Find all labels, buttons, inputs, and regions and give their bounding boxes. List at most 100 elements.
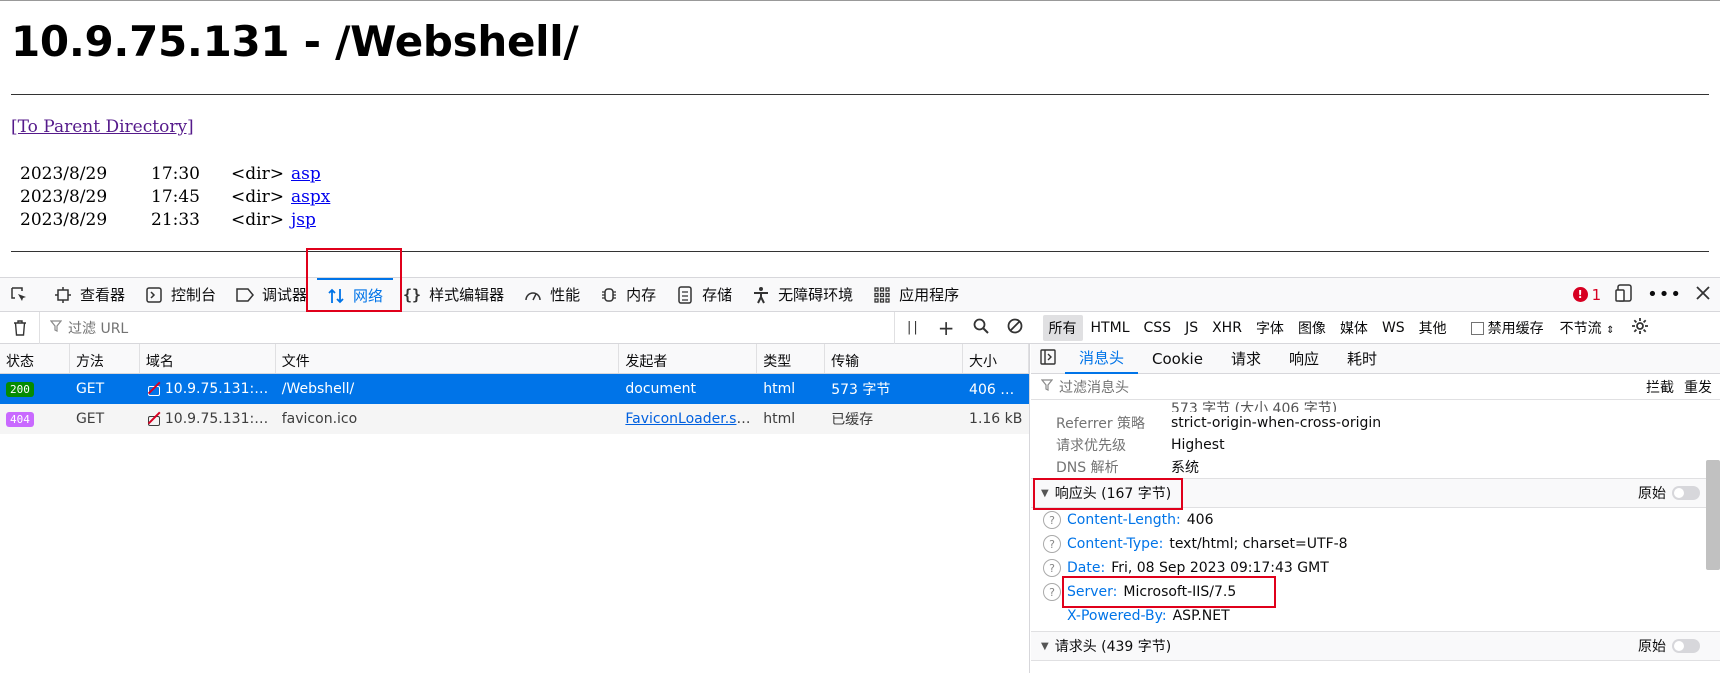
debugger-icon	[236, 286, 255, 304]
error-count: 1	[1591, 285, 1602, 304]
clear-requests-icon[interactable]	[0, 311, 40, 344]
help-icon[interactable]: ?	[1043, 583, 1061, 601]
type-filter-html[interactable]: HTML	[1085, 317, 1136, 339]
response-header-row: ? Content-Type: text/html; charset=UTF-8	[1031, 532, 1720, 556]
dock-side-icon[interactable]	[1615, 283, 1633, 306]
type-filter-ws[interactable]: WS	[1376, 317, 1411, 339]
general-key: DNS 解析	[1056, 460, 1119, 476]
error-icon: !	[1572, 287, 1588, 302]
help-icon[interactable]: ?	[1043, 511, 1061, 529]
toggle-switch	[1672, 639, 1700, 653]
header-name[interactable]: X-Powered-By:	[1067, 608, 1167, 624]
element-picker-button[interactable]	[0, 278, 44, 312]
response-headers-section[interactable]: ▼ 响应头 (167 字节) 原始	[1031, 478, 1720, 510]
type-filter-images[interactable]: 图像	[1292, 315, 1332, 341]
general-row: DNS 解析 系统	[1031, 456, 1720, 478]
partial-row: 573 字节 (大小 406 字节)	[1031, 400, 1720, 412]
column-size[interactable]: 大小	[963, 344, 1029, 373]
filter-icon	[1040, 378, 1054, 395]
pause-icon[interactable]: ||	[907, 320, 920, 335]
close-icon[interactable]	[1696, 285, 1710, 304]
tab-cookies[interactable]: Cookie	[1138, 346, 1217, 372]
help-icon[interactable]: ?	[1043, 559, 1061, 577]
type-filter-xhr[interactable]: XHR	[1206, 317, 1248, 339]
table-row[interactable]: 404 GET 10.9.75.131:80... favicon.ico Fa…	[0, 404, 1029, 434]
headers-filter-input[interactable]: 过滤消息头 拦截 重发	[1031, 374, 1720, 400]
tab-style-editor[interactable]: {} 样式编辑器	[393, 278, 514, 312]
tab-application[interactable]: 应用程序	[863, 278, 969, 312]
entry-link-aspx[interactable]: aspx	[291, 186, 330, 209]
type-filter-other[interactable]: 其他	[1413, 315, 1453, 341]
type-filter-all[interactable]: 所有	[1042, 314, 1083, 341]
tab-inspector[interactable]: 查看器	[44, 278, 135, 312]
column-type[interactable]: 类型	[757, 344, 826, 373]
error-count-button[interactable]: ! 1	[1572, 285, 1602, 304]
entry-date: 2023/8/29	[20, 187, 108, 207]
tab-label: 网络	[353, 287, 384, 305]
header-name[interactable]: Date:	[1067, 560, 1105, 576]
tab-accessibility[interactable]: 无障碍环境	[742, 278, 863, 312]
toolbar-right: ! 1 •••	[1572, 283, 1720, 306]
tab-request[interactable]: 请求	[1217, 344, 1275, 373]
header-name[interactable]: Content-Length:	[1067, 512, 1181, 528]
devtools-toolbar: 查看器 控制台 调试器 网络 {} 样式编辑器 性能 内存 存储 无障碍环境 应…	[0, 277, 1720, 312]
tab-console[interactable]: 控制台	[135, 278, 226, 312]
header-value: 406	[1186, 512, 1214, 528]
tab-headers[interactable]: 消息头	[1065, 343, 1139, 374]
expand-triangle-icon: ▼	[1041, 487, 1049, 499]
disable-cache-checkbox[interactable]: 禁用缓存	[1470, 318, 1544, 338]
column-transferred[interactable]: 传输	[825, 344, 964, 373]
type-filter-fonts[interactable]: 字体	[1250, 315, 1290, 341]
domain-cell: 10.9.75.131:80...	[140, 381, 276, 397]
type-filter-css[interactable]: CSS	[1138, 317, 1178, 339]
block-icon[interactable]	[1007, 318, 1023, 338]
search-icon[interactable]	[973, 318, 989, 338]
scrollbar-thumb[interactable]	[1706, 460, 1720, 570]
settings-gear-icon[interactable]	[1631, 317, 1649, 339]
table-header: 状态 方法 域名 文件 发起者 类型 传输 大小	[0, 344, 1029, 374]
tab-timings[interactable]: 耗时	[1333, 344, 1391, 373]
header-name[interactable]: Content-Type:	[1067, 536, 1163, 552]
column-status[interactable]: 状态	[0, 344, 70, 373]
help-icon[interactable]: ?	[1043, 535, 1061, 553]
initiator-link[interactable]: FaviconLoader.sy...	[625, 411, 756, 427]
entry-link-asp[interactable]: asp	[291, 163, 321, 186]
disable-cache-label: 禁用缓存	[1487, 320, 1544, 337]
size-cell: 406 字节	[969, 382, 1029, 398]
tab-storage[interactable]: 存储	[666, 278, 742, 312]
add-icon[interactable]: +	[938, 316, 955, 340]
tab-memory[interactable]: 内存	[590, 278, 666, 312]
status-cell: 200	[0, 381, 70, 397]
header-value: ASP.NET	[1172, 608, 1230, 624]
insecure-lock-icon	[146, 381, 161, 396]
accessibility-icon	[752, 286, 770, 304]
type-filter-js[interactable]: JS	[1179, 317, 1204, 339]
more-options-icon[interactable]: •••	[1647, 284, 1682, 305]
status-badge: 200	[6, 382, 34, 397]
column-initiator[interactable]: 发起者	[619, 344, 758, 373]
type-filter-media[interactable]: 媒体	[1334, 315, 1374, 341]
resend-button[interactable]: 重发	[1684, 377, 1712, 397]
general-key: Referrer 策略	[1056, 416, 1146, 432]
tab-network[interactable]: 网络	[317, 277, 394, 312]
column-method[interactable]: 方法	[70, 344, 140, 373]
divider	[11, 94, 1709, 95]
url-filter-input[interactable]: 过滤 URL	[40, 311, 895, 344]
network-icon	[327, 287, 345, 305]
tab-debugger[interactable]: 调试器	[226, 278, 317, 312]
tab-performance[interactable]: 性能	[514, 278, 590, 312]
entry-link-jsp[interactable]: jsp	[291, 209, 316, 232]
raw-toggle[interactable]: 原始	[1638, 636, 1720, 656]
table-row[interactable]: 200 GET 10.9.75.131:80... /Webshell/ doc…	[0, 374, 1029, 404]
request-headers-section[interactable]: ▼ 请求头 (439 字节) 原始	[1031, 631, 1720, 661]
column-domain[interactable]: 域名	[140, 344, 276, 373]
toggle-sidebar-icon[interactable]	[1031, 348, 1065, 369]
column-file[interactable]: 文件	[276, 344, 620, 373]
parent-directory-link[interactable]: [To Parent Directory]	[11, 117, 194, 137]
entry-date: 2023/8/29	[20, 210, 108, 230]
tab-response[interactable]: 响应	[1275, 344, 1333, 373]
block-button[interactable]: 拦截	[1646, 377, 1674, 397]
header-name[interactable]: Server:	[1067, 584, 1117, 600]
throttle-select[interactable]: 不节流 ⇕	[1560, 318, 1615, 338]
header-value: text/html; charset=UTF-8	[1169, 536, 1348, 552]
